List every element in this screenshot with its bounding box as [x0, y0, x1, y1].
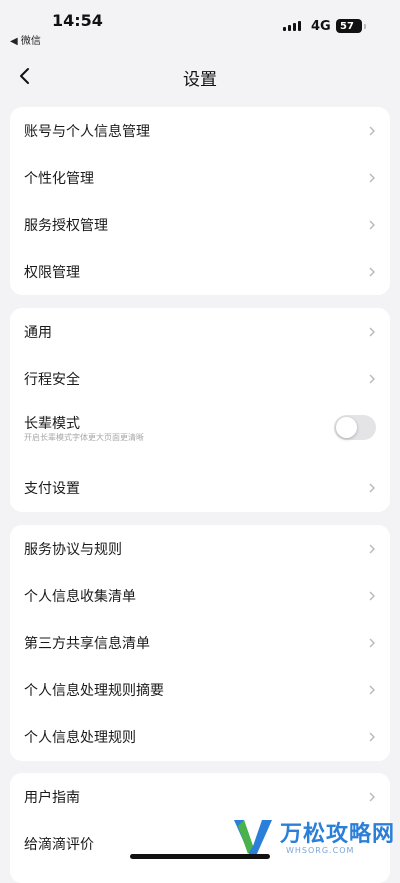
settings-item-label: 通用	[24, 324, 52, 341]
chevron-right-icon	[369, 173, 375, 182]
settings-item-label: 服务协议与规则	[24, 541, 122, 558]
chevron-right-icon	[369, 374, 375, 383]
settings-item-label: 用户指南	[24, 789, 80, 806]
signal-icon	[283, 21, 301, 31]
chevron-right-icon	[369, 483, 375, 492]
chevron-right-icon	[369, 685, 375, 694]
chevron-right-icon	[369, 267, 375, 276]
settings-item-label: 支付设置	[24, 480, 80, 497]
chevron-right-icon	[369, 126, 375, 135]
chevron-right-icon	[369, 792, 375, 801]
settings-item-service-authorization[interactable]: 服务授权管理	[10, 201, 390, 248]
settings-item-service-agreement[interactable]: 服务协议与规则	[10, 525, 390, 572]
settings-item-processing-rules[interactable]: 个人信息处理规则	[10, 713, 390, 760]
settings-group-account: 账号与个人信息管理 个性化管理 服务授权管理 权限管理	[10, 107, 390, 295]
toggle-knob	[336, 417, 357, 438]
settings-item-payment[interactable]: 支付设置	[10, 464, 390, 511]
settings-item-personalization[interactable]: 个性化管理	[10, 154, 390, 201]
settings-item-label: 个人信息处理规则	[24, 729, 136, 746]
settings-group-legal: 服务协议与规则 个人信息收集清单 第三方共享信息清单 个人信息处理规则摘要 个人…	[10, 525, 390, 761]
settings-item-label: 给滴滴评价	[24, 836, 94, 853]
chevron-right-icon	[369, 732, 375, 741]
page-title: 设置	[183, 70, 217, 90]
settings-item-general[interactable]: 通用	[10, 308, 390, 355]
settings-item-label: 个性化管理	[24, 170, 94, 187]
settings-item-elder-mode: 长辈模式 开启长辈模式字体更大页面更清晰	[10, 402, 390, 464]
battery-cap	[364, 24, 366, 29]
settings-item-permissions[interactable]: 权限管理	[10, 248, 390, 295]
chevron-right-icon	[369, 591, 375, 600]
battery-icon: 57	[336, 19, 362, 33]
chevron-right-icon	[369, 327, 375, 336]
settings-item-info-collection-list[interactable]: 个人信息收集清单	[10, 572, 390, 619]
settings-item-label: 账号与个人信息管理	[24, 123, 150, 140]
elder-mode-toggle[interactable]	[334, 415, 376, 440]
settings-item-label: 个人信息处理规则摘要	[24, 682, 164, 699]
navigation-bar: 设置	[0, 54, 400, 98]
settings-item-account-info[interactable]: 账号与个人信息管理	[10, 107, 390, 154]
back-to-app-link[interactable]: ◀ 微信	[10, 32, 41, 47]
settings-item-label: 权限管理	[24, 264, 80, 281]
settings-item-label: 行程安全	[24, 371, 80, 388]
settings-item-label: 服务授权管理	[24, 217, 108, 234]
watermark-text: 万松攻略网	[280, 822, 396, 847]
settings-item-processing-rules-summary[interactable]: 个人信息处理规则摘要	[10, 666, 390, 713]
network-type: 4G	[311, 19, 331, 34]
settings-item-label: 长辈模式	[24, 416, 80, 432]
settings-group-general: 通用 行程安全 长辈模式 开启长辈模式字体更大页面更清晰 支付设置	[10, 308, 390, 512]
settings-item-third-party-sharing[interactable]: 第三方共享信息清单	[10, 619, 390, 666]
chevron-right-icon	[369, 544, 375, 553]
home-indicator[interactable]	[130, 854, 270, 859]
settings-item-trip-safety[interactable]: 行程安全	[10, 355, 390, 402]
settings-item-label: 个人信息收集清单	[24, 588, 136, 605]
status-bar: 14:54 ◀ 微信 4G 57	[0, 0, 400, 50]
status-time: 14:54	[52, 11, 103, 30]
settings-item-label: 第三方共享信息清单	[24, 635, 150, 652]
chevron-right-icon	[369, 638, 375, 647]
chevron-right-icon	[369, 220, 375, 229]
battery-level: 57	[340, 20, 354, 32]
settings-item-subtitle: 开启长辈模式字体更大页面更清晰	[24, 433, 144, 442]
watermark-url: WHSORG.COM	[286, 846, 355, 855]
